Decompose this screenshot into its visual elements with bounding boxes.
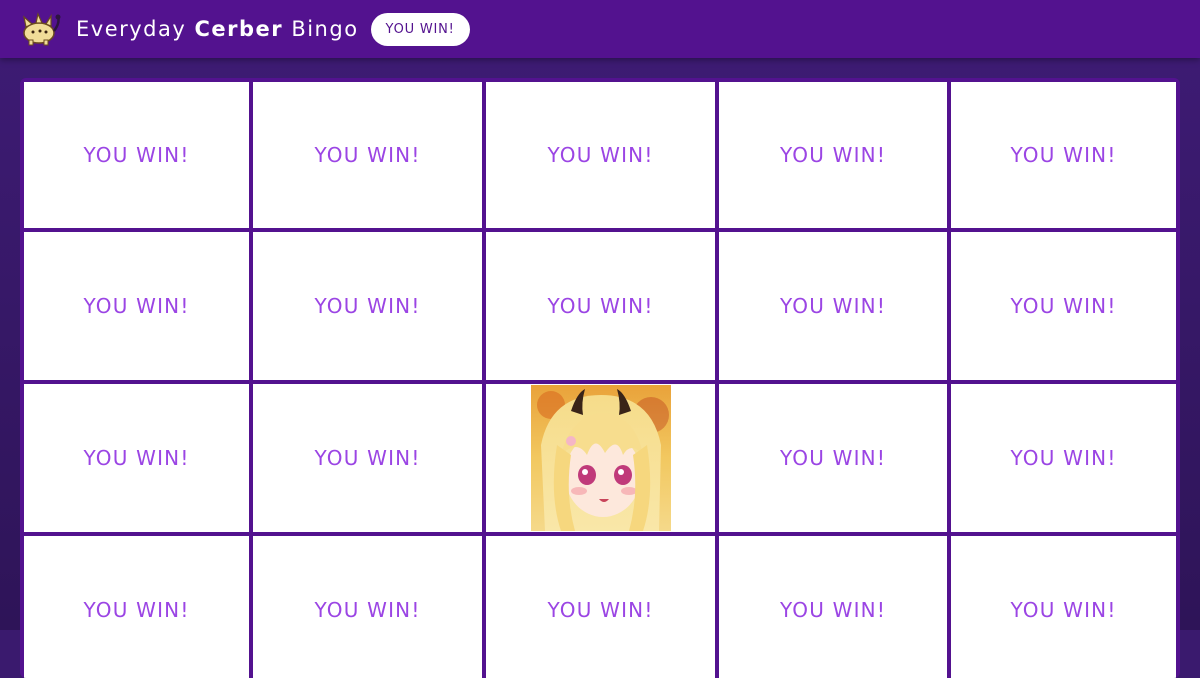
bingo-cell-label: YOU WIN!: [779, 143, 887, 167]
free-space-cell[interactable]: [486, 384, 715, 532]
bingo-cell[interactable]: YOU WIN!: [951, 384, 1176, 532]
cerber-avatar-icon: [530, 385, 671, 531]
bingo-cell[interactable]: YOU WIN!: [951, 232, 1176, 380]
bingo-cell[interactable]: YOU WIN!: [486, 82, 715, 228]
bingo-cell[interactable]: YOU WIN!: [486, 536, 715, 678]
cerber-mascot-icon[interactable]: [18, 9, 64, 49]
bingo-cell[interactable]: YOU WIN!: [719, 536, 947, 678]
you-win-button[interactable]: YOU WIN!: [370, 12, 470, 46]
title-prefix: Everyday: [76, 17, 195, 41]
bingo-cell-label: YOU WIN!: [779, 598, 887, 622]
title-suffix: Bingo: [283, 17, 359, 41]
bingo-cell-label: YOU WIN!: [1010, 294, 1117, 318]
bingo-cell-label: YOU WIN!: [83, 143, 190, 167]
bingo-cell-label: YOU WIN!: [779, 294, 887, 318]
bingo-cell-label: YOU WIN!: [1010, 143, 1117, 167]
app-header: Everyday Cerber Bingo YOU WIN!: [0, 0, 1200, 58]
bingo-cell-label: YOU WIN!: [547, 143, 654, 167]
bingo-cell[interactable]: YOU WIN!: [253, 384, 482, 532]
bingo-cell[interactable]: YOU WIN!: [253, 82, 482, 228]
bingo-cell[interactable]: YOU WIN!: [951, 536, 1176, 678]
bingo-cell[interactable]: YOU WIN!: [24, 232, 249, 380]
bingo-cell-label: YOU WIN!: [1010, 446, 1117, 470]
bingo-cell[interactable]: YOU WIN!: [486, 232, 715, 380]
bingo-cell-label: YOU WIN!: [314, 294, 421, 318]
bingo-cell-label: YOU WIN!: [547, 294, 654, 318]
bingo-cell[interactable]: YOU WIN!: [24, 384, 249, 532]
bingo-cell-label: YOU WIN!: [314, 446, 421, 470]
bingo-cell[interactable]: YOU WIN!: [951, 82, 1176, 228]
title-bold: Cerber: [194, 17, 284, 41]
bingo-cell[interactable]: YOU WIN!: [253, 232, 482, 380]
bingo-cell-label: YOU WIN!: [779, 446, 887, 470]
page-title: Everyday Cerber Bingo: [76, 17, 359, 41]
bingo-cell-label: YOU WIN!: [1010, 598, 1117, 622]
bingo-cell[interactable]: YOU WIN!: [719, 232, 947, 380]
bingo-cell-label: YOU WIN!: [314, 598, 421, 622]
bingo-cell[interactable]: YOU WIN!: [253, 536, 482, 678]
bingo-cell[interactable]: YOU WIN!: [719, 82, 947, 228]
bingo-cell-label: YOU WIN!: [83, 598, 190, 622]
bingo-board: YOU WIN! YOU WIN! YOU WIN! YOU WIN! YOU WIN!…: [20, 78, 1180, 678]
bingo-cell-label: YOU WIN!: [83, 294, 190, 318]
bingo-cell-label: YOU WIN!: [314, 143, 421, 167]
bingo-cell-label: YOU WIN!: [547, 598, 654, 622]
bingo-cell[interactable]: YOU WIN!: [719, 384, 947, 532]
bingo-cell[interactable]: YOU WIN!: [24, 82, 249, 228]
bingo-cell-label: YOU WIN!: [83, 446, 190, 470]
bingo-cell[interactable]: YOU WIN!: [24, 536, 249, 678]
